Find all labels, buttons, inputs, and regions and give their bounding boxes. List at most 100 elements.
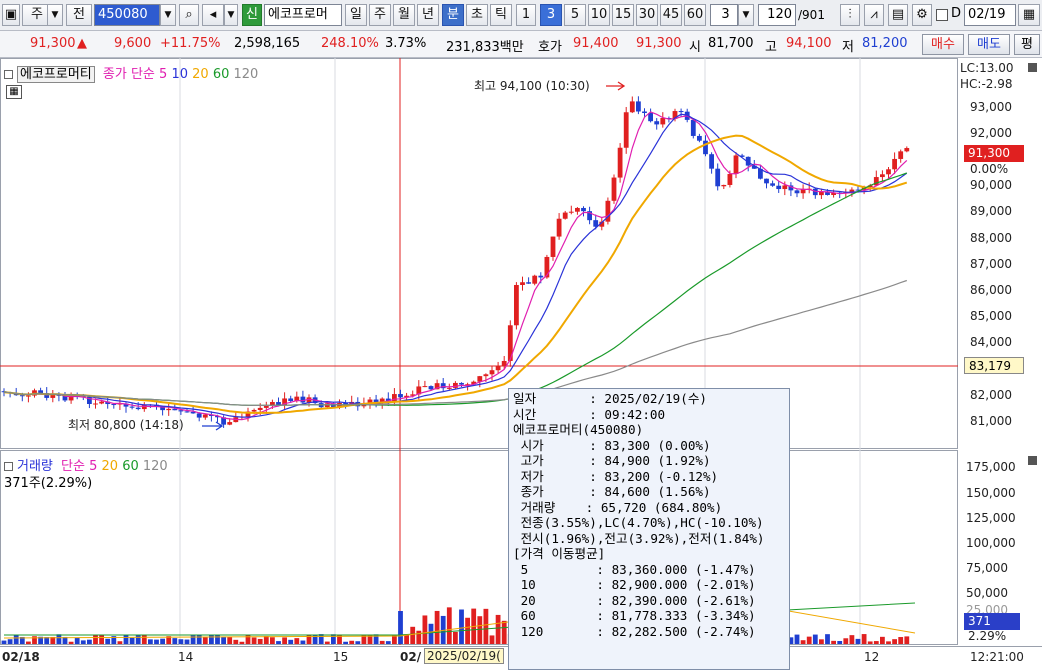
period-week-button[interactable]: 주: [369, 4, 391, 26]
interval-45-button[interactable]: 45: [660, 4, 682, 26]
x-cursor-date: 2025/02/19(: [424, 648, 504, 664]
vol-tick-175000: 175,000: [966, 460, 1016, 474]
candle-body: [770, 183, 775, 186]
price-change: 9,600: [114, 36, 152, 51]
menu-icon[interactable]: ▣: [2, 4, 20, 26]
candle-body: [782, 185, 788, 190]
code-dropdown-icon[interactable]: ▼: [160, 4, 176, 26]
candle-body: [446, 387, 452, 389]
volume-bar: [825, 634, 830, 644]
interval-30-button[interactable]: 30: [636, 4, 658, 26]
search-icon[interactable]: ⌕: [179, 4, 199, 26]
bid-price: 91,400: [573, 36, 619, 51]
period-minute-button[interactable]: 분: [442, 4, 464, 26]
interval-60-button[interactable]: 60: [684, 4, 706, 26]
interval-input[interactable]: 3: [710, 4, 738, 26]
y-tick-89000: 89,000: [970, 204, 1012, 218]
volume-bar: [68, 641, 74, 644]
volume-bar: [56, 634, 62, 644]
candle-body: [202, 414, 208, 418]
candle-body: [880, 174, 885, 178]
legend-vol-ma120: 120: [142, 459, 168, 474]
session-type-select[interactable]: 전: [66, 4, 92, 26]
grid-table-icon[interactable]: ▦: [6, 85, 22, 99]
toolbar: ▣ 주 ▼ 전 450080 ▼ ⌕ ◂ ▼ 신 에코프로머 일 주 월 년 분…: [0, 0, 1042, 31]
bar-count-input[interactable]: 120: [758, 4, 796, 26]
legend-toggle-icon[interactable]: [4, 70, 13, 79]
chart-type-icon[interactable]: ⫶: [840, 4, 860, 26]
buy-button[interactable]: 매수: [922, 34, 964, 55]
volume-bar: [904, 636, 910, 644]
eval-button[interactable]: 평: [1014, 34, 1040, 55]
sound-dropdown-icon[interactable]: ▼: [224, 4, 238, 26]
candle-body: [453, 382, 458, 388]
volume-legend-toggle-icon[interactable]: [4, 462, 13, 471]
candle-body: [422, 386, 428, 388]
volume-bar: [331, 634, 336, 644]
candle-body: [538, 275, 544, 278]
indicator-icon[interactable]: ⩘: [864, 4, 884, 26]
candle-body: [568, 211, 574, 213]
candle-body: [93, 403, 98, 405]
interval-dropdown-icon[interactable]: ▼: [738, 4, 754, 26]
candle-body: [135, 407, 141, 410]
save-icon[interactable]: ▤: [888, 4, 908, 26]
tooltip-row: 고가 : 84,900 (1.92%): [513, 453, 711, 468]
volume-bar: [318, 634, 324, 644]
interval-1-button[interactable]: 1: [516, 4, 536, 26]
current-price-pct: 0.00%: [970, 162, 1009, 176]
new-listing-badge: 신: [242, 4, 262, 26]
volume-bar: [282, 637, 287, 644]
gear-icon[interactable]: ⚙: [912, 4, 932, 26]
bar-count-total: /901: [798, 8, 825, 22]
volume-bar: [288, 639, 294, 644]
data-tooltip: 일자 : 2025/02/19(수) 시간 : 09:42:00 에코프로머티(…: [508, 388, 790, 670]
volume-bar: [843, 638, 849, 644]
period-day-button[interactable]: 일: [345, 4, 367, 26]
vol-tick-75000: 75,000: [966, 561, 1008, 575]
period-month-button[interactable]: 월: [393, 4, 415, 26]
volume-bar: [13, 634, 19, 644]
candle-body: [617, 147, 623, 178]
date-input[interactable]: 02/19: [964, 4, 1016, 26]
volume-bar: [495, 614, 501, 644]
period-year-button[interactable]: 년: [417, 4, 439, 26]
interval-10-button[interactable]: 10: [588, 4, 610, 26]
sound-icon[interactable]: ◂: [202, 4, 224, 26]
legend-stock-name[interactable]: 에코프로머티: [17, 66, 95, 83]
y-tick-88000: 88,000: [970, 231, 1012, 245]
candle-body: [886, 169, 891, 175]
interval-3-button[interactable]: 3: [540, 4, 562, 26]
calendar-icon[interactable]: ▦: [1018, 4, 1040, 26]
tooltip-row: 60 : 81,778.333 (-3.34%): [513, 608, 756, 623]
volume-current-pct: 2.29%: [968, 629, 1007, 643]
chart-area[interactable]: 에코프로머티 종가 단순 5 10 20 60 120 ▦ 거래량 단순 5 2…: [0, 58, 1042, 670]
candle-body: [459, 382, 464, 385]
candle-body: [38, 390, 43, 394]
tooltip-row: [가격 이동평균]: [513, 546, 606, 561]
stock-code-input[interactable]: 450080: [94, 4, 160, 26]
candle-body: [196, 413, 202, 418]
volume-bar: [172, 638, 178, 644]
date-checkbox[interactable]: [936, 9, 948, 21]
interval-15-button[interactable]: 15: [612, 4, 634, 26]
candle-body: [550, 236, 556, 257]
open-label: 시: [689, 40, 701, 55]
period-tick-button[interactable]: 틱: [490, 4, 512, 26]
interval-5-button[interactable]: 5: [564, 4, 586, 26]
volume-bar: [892, 639, 897, 644]
volume-bar: [861, 634, 867, 644]
volume-bar: [221, 636, 226, 644]
high-annotation: 최고 94,100 (10:30): [474, 79, 590, 93]
candle-body: [648, 113, 653, 122]
candle-body: [300, 396, 306, 403]
sell-button[interactable]: 매도: [968, 34, 1010, 55]
chevron-down-icon[interactable]: ▼: [47, 4, 63, 26]
volume-bar: [465, 617, 470, 644]
trade-volume: 2,598,165: [234, 36, 301, 51]
volume-bar: [87, 639, 92, 644]
y-tick-92000: 92,000: [970, 126, 1012, 140]
period-second-button[interactable]: 초: [466, 4, 488, 26]
vol-tick-125000: 125,000: [966, 511, 1016, 525]
volume-bar: [239, 641, 245, 644]
